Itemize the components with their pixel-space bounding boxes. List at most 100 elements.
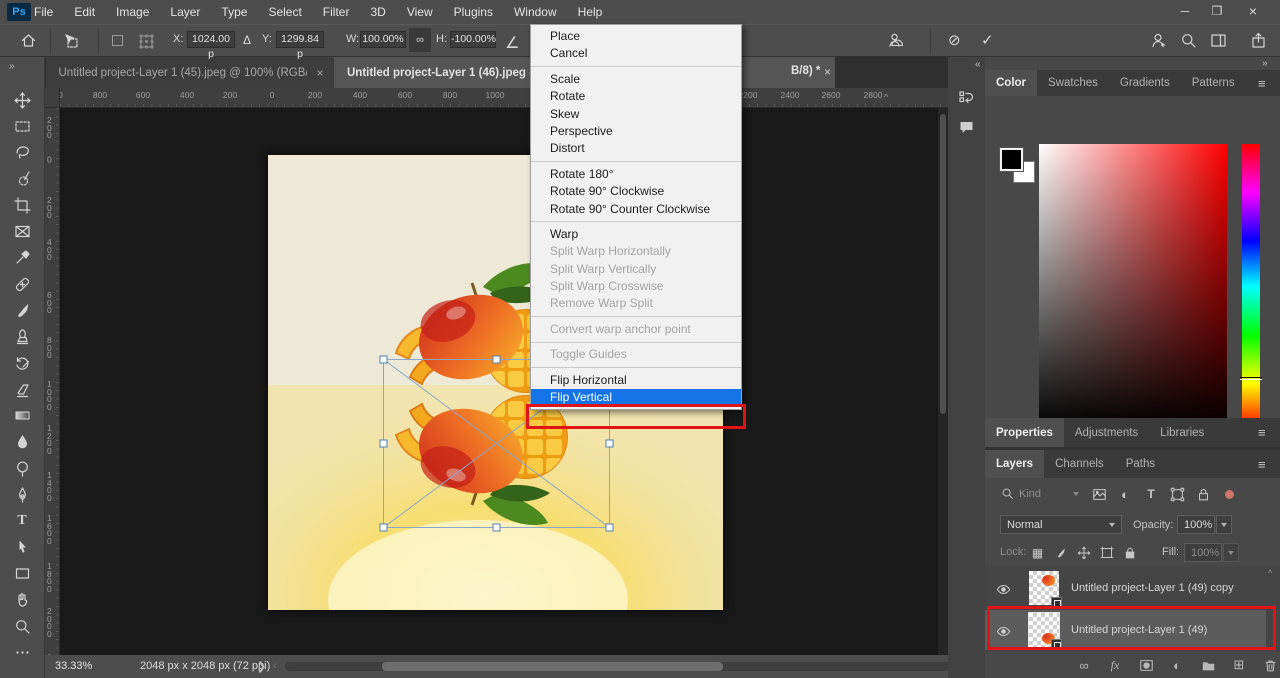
restore-button[interactable]: ❐	[1202, 0, 1232, 22]
menu-item-warp[interactable]: Warp	[531, 226, 741, 243]
crop-tool[interactable]	[11, 194, 33, 216]
toolbar-collapse-icon[interactable]: »	[9, 61, 14, 72]
horizontal-scrollbar-thumb[interactable]	[382, 662, 723, 671]
history-brush-tool[interactable]	[11, 352, 33, 374]
saturation-brightness-field[interactable]	[1039, 144, 1227, 429]
clone-stamp-tool[interactable]	[11, 326, 33, 348]
menu-item-flip-vertical[interactable]: Flip Vertical	[531, 389, 741, 406]
blend-mode-select[interactable]: Normal	[1000, 515, 1122, 534]
type-layer-icon[interactable]: T	[1142, 485, 1160, 503]
pen-tool[interactable]	[11, 484, 33, 506]
vertical-scrollbar-thumb[interactable]	[940, 114, 946, 414]
tab-properties[interactable]: Properties	[985, 418, 1064, 447]
y-position-input[interactable]: 1299.84 p	[276, 31, 324, 48]
menu-item-distort[interactable]: Distort	[531, 140, 741, 157]
menu-image[interactable]: Image	[116, 5, 149, 19]
fill-input[interactable]: 100%	[1184, 543, 1222, 562]
layer-name[interactable]: Untitled project-Layer 1 (49) copy	[1071, 582, 1234, 594]
tab-close-icon[interactable]: ×	[824, 65, 831, 79]
eyedropper-tool[interactable]	[11, 247, 33, 269]
layer-effects-icon[interactable]: fx	[1106, 656, 1124, 674]
vertical-scrollbar[interactable]	[938, 108, 948, 655]
new-layer-icon[interactable]: ⊞	[1230, 656, 1248, 674]
lock-transparent-icon[interactable]: ▦	[1029, 544, 1046, 561]
layers-scrollbar-up-icon[interactable]: ^	[1268, 568, 1272, 578]
menu-3d[interactable]: 3D	[370, 5, 385, 19]
history-panel-icon[interactable]	[954, 85, 979, 109]
chevron-down-icon[interactable]	[1073, 492, 1079, 496]
lock-artboard-icon[interactable]	[1098, 544, 1115, 561]
menu-view[interactable]: View	[407, 5, 433, 19]
zoom-level[interactable]: 33.33%	[55, 660, 92, 672]
menu-file[interactable]: File	[34, 5, 53, 19]
tab-patterns[interactable]: Patterns	[1181, 70, 1246, 96]
foreground-color-swatch[interactable]	[1000, 148, 1023, 171]
collapse-panels-icon[interactable]: «	[975, 59, 981, 70]
foreground-background-swatches[interactable]	[1000, 148, 1040, 188]
menu-layer[interactable]: Layer	[170, 5, 200, 19]
comment-panel-icon[interactable]	[954, 115, 979, 139]
tab-close-icon[interactable]: ×	[316, 66, 323, 80]
share-icon[interactable]	[1250, 32, 1267, 49]
menu-plugins[interactable]: Plugins	[454, 5, 493, 19]
filter-toggle-icon[interactable]	[1220, 485, 1238, 503]
menu-item-rotate-90-clockwise[interactable]: Rotate 90° Clockwise	[531, 183, 741, 200]
menu-select[interactable]: Select	[268, 5, 301, 19]
menu-item-scale[interactable]: Scale	[531, 71, 741, 88]
tab-color[interactable]: Color	[985, 70, 1037, 96]
link-layers-icon[interactable]: ∞	[1075, 656, 1093, 674]
close-button[interactable]: ×	[1238, 0, 1268, 22]
angle-icon[interactable]: ∠	[505, 33, 519, 53]
path-selection-tool[interactable]	[11, 536, 33, 558]
type-tool[interactable]: T	[11, 510, 33, 532]
hue-slider[interactable]	[1242, 144, 1260, 429]
interpolation-icon[interactable]	[886, 32, 903, 49]
menu-item-flip-horizontal[interactable]: Flip Horizontal	[531, 372, 741, 389]
menu-filter[interactable]: Filter	[323, 5, 350, 19]
layer-row[interactable]: Untitled project-Layer 1 (49) copy	[985, 568, 1266, 608]
tab-adjustments[interactable]: Adjustments	[1064, 418, 1149, 447]
menu-item-skew[interactable]: Skew	[531, 106, 741, 123]
spot-healing-tool[interactable]	[11, 273, 33, 295]
dodge-tool[interactable]	[11, 457, 33, 479]
lasso-tool[interactable]	[11, 142, 33, 164]
pixel-layer-icon[interactable]	[1090, 485, 1108, 503]
menu-type[interactable]: Type	[221, 5, 247, 19]
tab-paths[interactable]: Paths	[1115, 450, 1166, 478]
quick-selection-tool[interactable]	[11, 168, 33, 190]
zoom-tool[interactable]	[11, 615, 33, 637]
menu-help[interactable]: Help	[578, 5, 603, 19]
layer-name[interactable]: Untitled project-Layer 1 (49)	[1071, 624, 1207, 636]
expand-panels-icon[interactable]: »	[1262, 58, 1268, 69]
blur-tool[interactable]	[11, 431, 33, 453]
tab-channels[interactable]: Channels	[1044, 450, 1115, 478]
menu-item-place[interactable]: Place	[531, 28, 741, 45]
properties-panel-menu-icon[interactable]: ≡	[1258, 425, 1266, 440]
lock-move-icon[interactable]	[1075, 544, 1092, 561]
layer-thumbnail[interactable]	[1029, 571, 1059, 605]
rectangle-tool[interactable]	[11, 562, 33, 584]
menu-item-rotate-180-[interactable]: Rotate 180°	[531, 166, 741, 183]
gradient-tool[interactable]	[11, 405, 33, 427]
layer-row[interactable]: Untitled project-Layer 1 (49)	[985, 610, 1266, 650]
horizontal-scrollbar[interactable]	[285, 662, 990, 671]
layers-panel-menu-icon[interactable]: ≡	[1258, 457, 1266, 472]
rectangular-marquee-tool[interactable]	[11, 115, 33, 137]
transform-bounding-box[interactable]	[45, 108, 948, 655]
x-position-input[interactable]: 1024.00 p	[187, 31, 235, 48]
add-person-icon[interactable]	[1150, 32, 1167, 49]
commit-transform-icon[interactable]: ✓	[981, 31, 994, 49]
lock-paint-icon[interactable]	[1052, 544, 1069, 561]
menu-item-rotate[interactable]: Rotate	[531, 88, 741, 105]
menu-item-cancel[interactable]: Cancel	[531, 45, 741, 62]
color-panel-menu-icon[interactable]: ≡	[1258, 76, 1266, 91]
tab-swatches[interactable]: Swatches	[1037, 70, 1109, 96]
transform-tool-icon[interactable]	[62, 32, 79, 49]
toggle-reference-point-checkbox[interactable]	[112, 35, 123, 46]
frame-tool[interactable]	[11, 221, 33, 243]
tab-gradients[interactable]: Gradients	[1109, 70, 1181, 96]
opacity-dropdown-button[interactable]	[1216, 515, 1232, 534]
shape-layer-icon[interactable]	[1168, 485, 1186, 503]
brush-tool[interactable]	[11, 299, 33, 321]
layer-visibility-eye-icon[interactable]	[996, 582, 1011, 597]
